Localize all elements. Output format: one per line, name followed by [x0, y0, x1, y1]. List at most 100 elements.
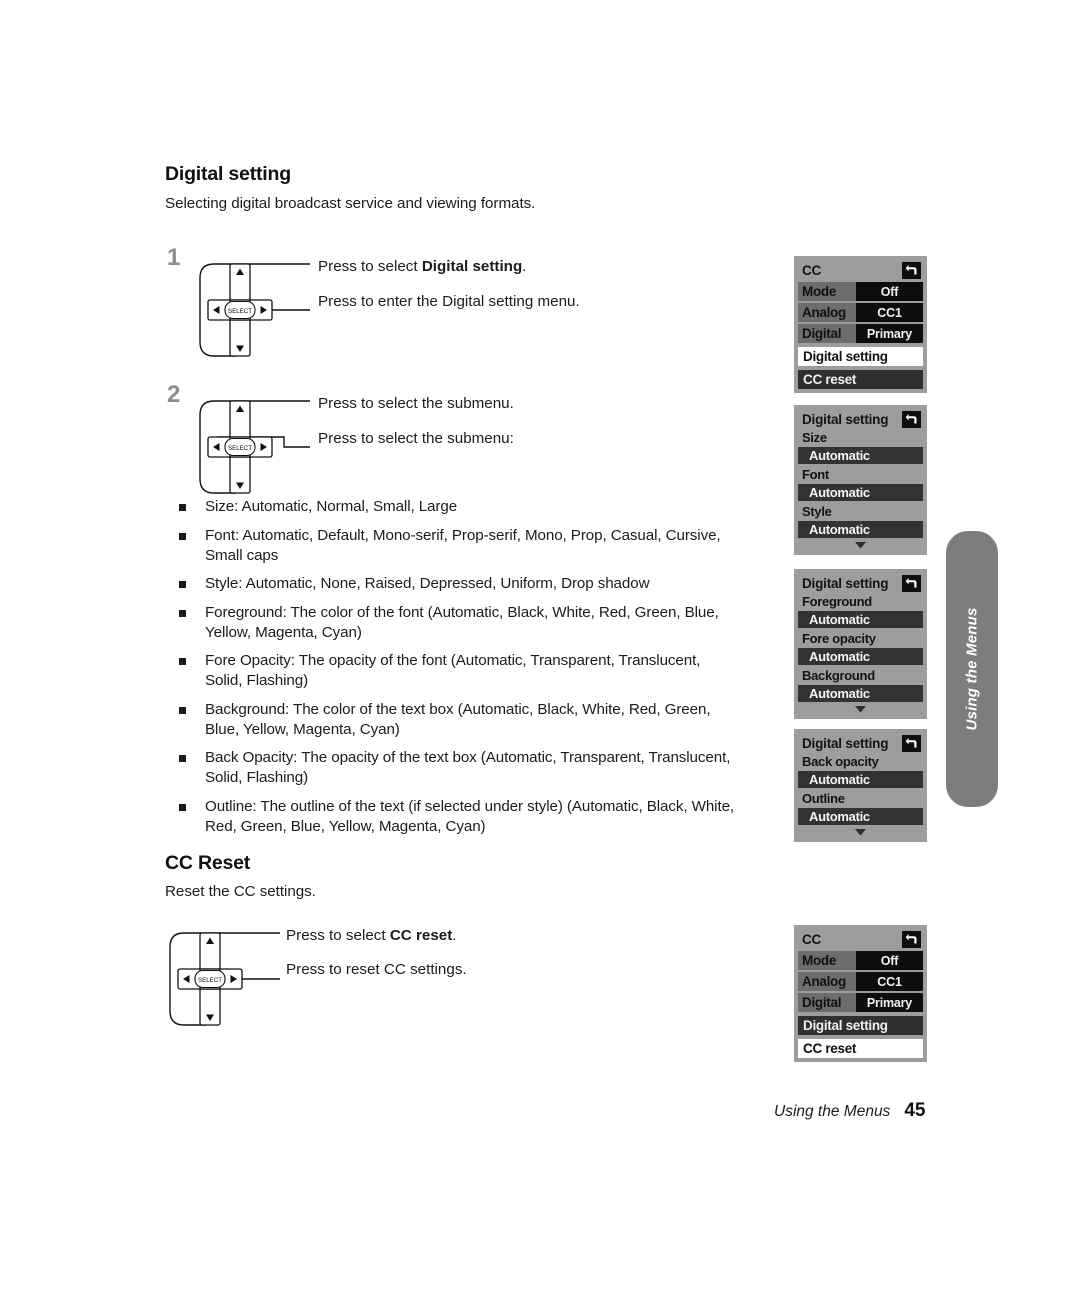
list-item: Size: Automatic, Normal, Small, Large — [175, 497, 735, 517]
osd-field-label-size: Size — [798, 429, 923, 446]
navigation-pad-step2: SELECT — [192, 393, 310, 506]
osd-title-label: Digital setting — [802, 411, 889, 427]
list-item-label: Outline: The outline of the text (if sel… — [205, 797, 735, 835]
osd-field-value-style[interactable]: Automatic — [798, 521, 923, 538]
osd-field-label-outline: Outline — [798, 790, 923, 807]
osd-menu-cc-bottom[interactable]: CC Mode Off Analog CC1 Digital Primary D… — [794, 925, 927, 1062]
osd-field-value-back-opacity[interactable]: Automatic — [798, 771, 923, 788]
osd-field-label-style: Style — [798, 503, 923, 520]
osd-row-label: Analog — [798, 303, 856, 322]
cc-reset-heading: CC Reset — [165, 852, 251, 874]
list-item-label: Back Opacity: The opacity of the text bo… — [205, 749, 731, 786]
list-item: Font: Automatic, Default, Mono-serif, Pr… — [175, 526, 735, 566]
osd-row-label: Analog — [798, 972, 856, 991]
list-item-label: Background: The color of the text box (A… — [205, 700, 711, 738]
osd-title-bar: Digital setting — [798, 409, 923, 429]
osd-field-value-background[interactable]: Automatic — [798, 685, 923, 702]
osd-menu-cc-top[interactable]: CC Mode Off Analog CC1 Digital Primary D… — [794, 256, 927, 393]
osd-row-value: CC1 — [877, 305, 902, 320]
side-tab-label: Using the Menus — [963, 607, 981, 731]
list-item: Background: The color of the text box (A… — [175, 700, 735, 740]
osd-row-analog[interactable]: Analog CC1 — [798, 303, 923, 322]
digital-setting-intro: Selecting digital broadcast service and … — [165, 195, 536, 212]
chevron-down-icon[interactable] — [798, 704, 923, 715]
step-number-1: 1 — [167, 244, 181, 271]
chevron-down-icon[interactable] — [798, 540, 923, 551]
osd-title-label: Digital setting — [802, 575, 889, 591]
osd-field-value-size[interactable]: Automatic — [798, 447, 923, 464]
bullet-square-icon — [179, 706, 186, 714]
page-title: Digital setting — [165, 163, 291, 185]
bullet-square-icon — [179, 658, 186, 665]
step-number-2: 2 — [167, 381, 181, 408]
list-item: Back Opacity: The opacity of the text bo… — [175, 748, 735, 788]
osd-title-bar: CC — [798, 929, 923, 949]
footer-section-label: Using the Menus — [774, 1103, 891, 1120]
list-item-label: Foreground: The color of the font (Autom… — [205, 603, 719, 641]
list-item: Foreground: The color of the font (Autom… — [175, 603, 735, 643]
osd-row-label: Mode — [798, 951, 856, 970]
bullet-square-icon — [179, 581, 186, 588]
chevron-down-icon[interactable] — [798, 827, 923, 838]
back-arrow-icon[interactable] — [902, 261, 921, 279]
page-number: 45 — [904, 1100, 926, 1121]
document-page: Digital setting Selecting digital broadc… — [0, 0, 1080, 1296]
osd-row-value: Off — [880, 284, 899, 299]
osd-field-value-font[interactable]: Automatic — [798, 484, 923, 501]
select-label: SELECT — [228, 308, 252, 315]
bullet-square-icon — [179, 755, 186, 762]
cc-reset-instruction-1: Press to select CC reset. — [286, 926, 457, 946]
back-arrow-icon[interactable] — [902, 930, 921, 948]
step2-instruction-1: Press to select the submenu. — [318, 395, 514, 412]
cc-reset-text-prefix: Press to select — [286, 927, 390, 944]
select-label: SELECT — [228, 445, 252, 452]
bullet-square-icon — [179, 803, 186, 811]
list-item: Style: Automatic, None, Raised, Depresse… — [175, 574, 735, 594]
osd-field-value-foreground[interactable]: Automatic — [798, 611, 923, 628]
select-label: SELECT — [198, 977, 222, 984]
osd-row-mode[interactable]: Mode Off — [798, 951, 923, 970]
osd-title-bar: Digital setting — [798, 733, 923, 753]
osd-title-label: CC — [802, 931, 822, 947]
step1-instruction-1: Press to select Digital setting. — [318, 257, 526, 277]
osd-title-bar: Digital setting — [798, 573, 923, 593]
osd-row-analog[interactable]: Analog CC1 — [798, 972, 923, 991]
side-tab-using-the-menus: Using the Menus — [946, 531, 998, 807]
cc-reset-text-bold: CC reset — [389, 927, 453, 944]
osd-menu-digital-setting-1[interactable]: Digital setting Size Automatic Font Auto… — [794, 405, 927, 555]
bullet-square-icon — [179, 609, 186, 617]
osd-field-value-fore-opacity[interactable]: Automatic — [798, 648, 923, 665]
osd-menu-digital-setting-2[interactable]: Digital setting Foreground Automatic For… — [794, 569, 927, 719]
back-arrow-icon[interactable] — [902, 734, 921, 752]
osd-row-mode[interactable]: Mode Off — [798, 282, 923, 301]
list-item-label: Size: Automatic, Normal, Small, Large — [205, 498, 458, 515]
osd-row-value: Off — [880, 953, 899, 968]
osd-item-cc-reset[interactable]: CC reset — [798, 370, 923, 389]
step1-text-bold: Digital setting — [421, 258, 523, 275]
cc-reset-instruction-2: Press to reset CC settings. — [286, 961, 467, 978]
osd-row-label: Mode — [798, 282, 856, 301]
back-arrow-icon[interactable] — [902, 574, 921, 592]
bullet-square-icon — [179, 532, 186, 540]
list-item-label: Fore Opacity: The opacity of the font (A… — [205, 652, 701, 689]
osd-field-label-fore-opacity: Fore opacity — [798, 630, 923, 647]
osd-field-label-background: Background — [798, 667, 923, 684]
osd-row-value: CC1 — [877, 974, 902, 989]
bullet-square-icon — [179, 504, 186, 511]
back-arrow-icon[interactable] — [902, 410, 921, 428]
osd-field-value-outline[interactable]: Automatic — [798, 808, 923, 825]
osd-row-digital[interactable]: Digital Primary — [798, 324, 923, 343]
list-item-label: Font: Automatic, Default, Mono-serif, Pr… — [205, 526, 721, 564]
osd-item-cc-reset[interactable]: CC reset — [798, 1039, 923, 1058]
osd-item-digital-setting[interactable]: Digital setting — [798, 347, 923, 366]
osd-title-bar: CC — [798, 260, 923, 280]
osd-row-digital[interactable]: Digital Primary — [798, 993, 923, 1012]
osd-field-label-font: Font — [798, 466, 923, 483]
osd-item-digital-setting[interactable]: Digital setting — [798, 1016, 923, 1035]
osd-menu-digital-setting-3[interactable]: Digital setting Back opacity Automatic O… — [794, 729, 927, 842]
step1-text-suffix: . — [522, 258, 527, 275]
osd-row-label: Digital — [798, 324, 856, 343]
navigation-pad-step1: SELECT — [192, 256, 310, 369]
osd-row-label: Digital — [798, 993, 856, 1012]
navigation-pad-cc-reset: SELECT — [162, 925, 280, 1038]
